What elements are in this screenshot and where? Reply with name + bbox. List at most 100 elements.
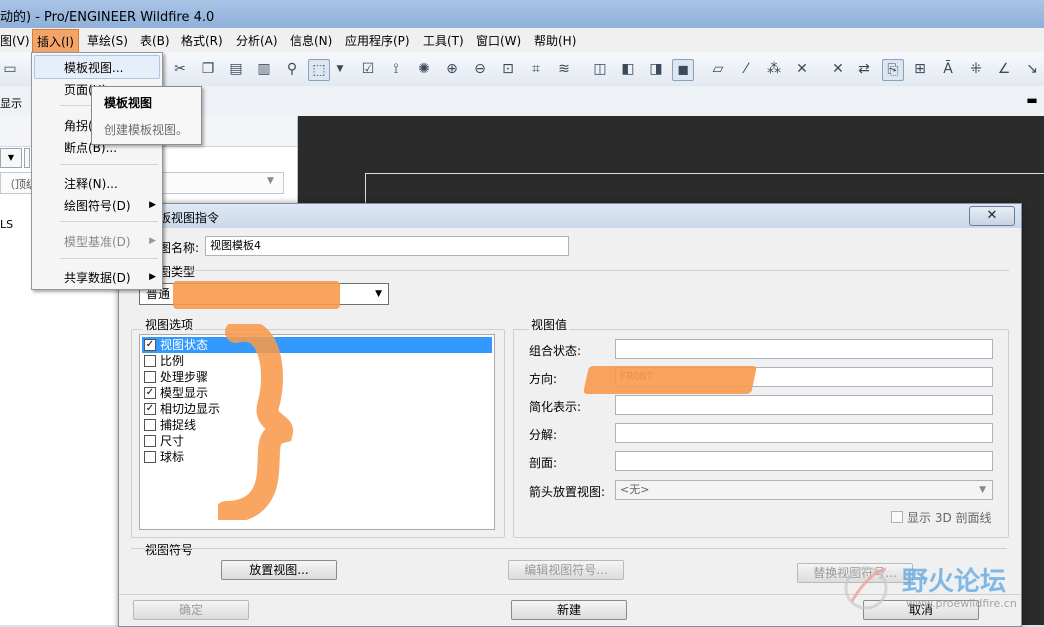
- option-label: 相切边显示: [160, 402, 221, 416]
- menu-separator: [60, 164, 158, 165]
- checkbox-tangent-edge[interactable]: ✓: [144, 403, 156, 415]
- menu-insert[interactable]: 插入(I): [32, 29, 79, 54]
- dialog-title: 板视图指令: [159, 211, 220, 225]
- menu-item-model-datum[interactable]: 模型基准(D): [64, 233, 131, 250]
- menu-sketch[interactable]: 草绘(S): [87, 32, 128, 49]
- combined-state-input[interactable]: [615, 339, 993, 359]
- option-balloon[interactable]: 球标: [142, 449, 492, 465]
- arrow-icon[interactable]: ↘: [1022, 59, 1042, 79]
- option-process-step[interactable]: 处理步骤: [142, 369, 492, 385]
- close-icon[interactable]: ✕: [828, 59, 848, 79]
- edit-view-symbol-button[interactable]: 编辑视图符号...: [508, 560, 624, 580]
- menu-applications[interactable]: 应用程序(P): [345, 32, 410, 49]
- new-button[interactable]: 新建: [511, 600, 627, 620]
- section-label: 剖面:: [529, 456, 558, 470]
- swap-icon[interactable]: ⇄: [854, 59, 874, 79]
- checkbox-dimension[interactable]: [144, 435, 156, 447]
- tooltip-title: 模板视图: [104, 96, 153, 110]
- place-view-button[interactable]: 放置视图...: [221, 560, 337, 580]
- chevron-down-icon[interactable]: ▼: [330, 59, 350, 79]
- minimize-icon[interactable]: ▬: [1022, 92, 1042, 108]
- show-3d-checkbox[interactable]: [891, 511, 903, 523]
- checkbox-process-step[interactable]: [144, 371, 156, 383]
- select-box-icon[interactable]: ⬚: [308, 59, 330, 81]
- zoom-in-icon[interactable]: ⊕: [442, 59, 462, 79]
- menu-item-drawing-symbol[interactable]: 绘图符号(D): [64, 197, 131, 214]
- annotation-mark: [583, 366, 757, 394]
- wireframe-icon[interactable]: ◫: [590, 59, 610, 79]
- option-model-display[interactable]: ✓ 模型显示: [142, 385, 492, 401]
- menu-item-corner[interactable]: 角拐(: [64, 117, 93, 134]
- menu-item-template-view[interactable]: 模板视图...: [64, 59, 123, 76]
- dialog-close-button[interactable]: ✕: [969, 206, 1015, 226]
- repaint-icon[interactable]: ✺: [414, 59, 434, 79]
- view-options-label: 视图选项: [143, 316, 196, 333]
- panel-button[interactable]: [24, 148, 30, 168]
- datum-point-icon[interactable]: ⁂: [764, 59, 784, 79]
- window-title: 动的) - Pro/ENGINEER Wildfire 4.0: [0, 10, 215, 25]
- layers-icon[interactable]: ≋: [554, 59, 574, 79]
- network-icon[interactable]: ⟟: [386, 59, 406, 79]
- arrow-view-value: <无>: [620, 483, 650, 496]
- checkbox-model-display[interactable]: ✓: [144, 387, 156, 399]
- option-label: 比例: [160, 354, 185, 368]
- menu-help[interactable]: 帮助(H): [534, 32, 576, 49]
- ok-button[interactable]: 确定: [133, 600, 249, 620]
- refit-icon[interactable]: ⊡: [498, 59, 518, 79]
- chevron-down-icon: ▼: [267, 176, 274, 186]
- menu-tools[interactable]: 工具(T): [423, 32, 464, 49]
- paste-icon[interactable]: ▤: [226, 59, 246, 79]
- find-icon[interactable]: ⚲: [282, 59, 302, 79]
- panel-dropdown[interactable]: ▼: [0, 148, 22, 168]
- menu-view[interactable]: 图(V): [0, 32, 30, 49]
- checkbox-view-state[interactable]: ✓: [144, 339, 156, 351]
- print-icon[interactable]: ▭: [0, 59, 20, 79]
- regenerate-icon[interactable]: ☑: [358, 59, 378, 79]
- menu-item-shared-data[interactable]: 共享数据(D): [64, 269, 131, 286]
- copy-icon[interactable]: ❐: [198, 59, 218, 79]
- checkbox-scale[interactable]: [144, 355, 156, 367]
- menu-item-note[interactable]: 注释(N)...: [64, 175, 118, 192]
- text-style-icon[interactable]: Ā: [938, 59, 958, 79]
- simplified-rep-input[interactable]: [615, 395, 993, 415]
- watermark: 野火论坛 www.proewildfire.cn: [836, 557, 1036, 619]
- table-icon[interactable]: ⊞: [910, 59, 930, 79]
- view-name-input[interactable]: 视图模板4: [205, 236, 569, 256]
- orient-icon[interactable]: ⌗: [526, 59, 546, 79]
- menu-window[interactable]: 窗口(W): [476, 32, 521, 49]
- hidden-line-icon[interactable]: ◧: [618, 59, 638, 79]
- option-tangent-edge[interactable]: ✓ 相切边显示: [142, 401, 492, 417]
- option-scale[interactable]: 比例: [142, 353, 492, 369]
- menu-format[interactable]: 格式(R): [181, 32, 223, 49]
- no-hidden-icon[interactable]: ◨: [646, 59, 666, 79]
- submenu-arrow-icon: ▶: [149, 236, 156, 246]
- explode-input[interactable]: [615, 423, 993, 443]
- sheet-icon[interactable]: ⎘: [882, 59, 904, 81]
- option-view-state[interactable]: ✓ 视图状态: [142, 337, 492, 353]
- checkbox-balloon[interactable]: [144, 451, 156, 463]
- datum-axis-icon[interactable]: ⁄: [736, 59, 756, 79]
- cut-icon[interactable]: ✂: [170, 59, 190, 79]
- checkbox-snap-line[interactable]: [144, 419, 156, 431]
- section-input[interactable]: [615, 451, 993, 471]
- datum-plane-icon[interactable]: ▱: [708, 59, 728, 79]
- menu-info[interactable]: 信息(N): [290, 32, 332, 49]
- paste-special-icon[interactable]: ▥: [254, 59, 274, 79]
- watermark-url: www.proewildfire.cn: [906, 597, 1017, 610]
- menu-separator: [60, 221, 158, 222]
- display-label[interactable]: 显示: [0, 95, 22, 111]
- menu-table[interactable]: 表(B): [140, 32, 170, 49]
- option-dimension[interactable]: 尺寸: [142, 433, 492, 449]
- orientation-label: 方向:: [529, 372, 558, 386]
- coordinate-system-icon[interactable]: ✕: [792, 59, 812, 79]
- view-options-list[interactable]: ✓ 视图状态 比例 处理步骤 ✓ 模型显示 ✓ 相切边显示 捕捉线 尺寸 球标: [139, 334, 495, 530]
- arrow-view-select[interactable]: <无> ▼: [615, 480, 993, 500]
- shading-icon[interactable]: ◼: [672, 59, 694, 81]
- dimension-icon[interactable]: ⁜: [966, 59, 986, 79]
- option-snap-line[interactable]: 捕捉线: [142, 417, 492, 433]
- tree-item[interactable]: LS: [0, 218, 13, 231]
- menu-analysis[interactable]: 分析(A): [236, 32, 278, 49]
- angle-dimension-icon[interactable]: ∠: [994, 59, 1014, 79]
- zoom-out-icon[interactable]: ⊖: [470, 59, 490, 79]
- view-values-label: 视图值: [529, 316, 570, 333]
